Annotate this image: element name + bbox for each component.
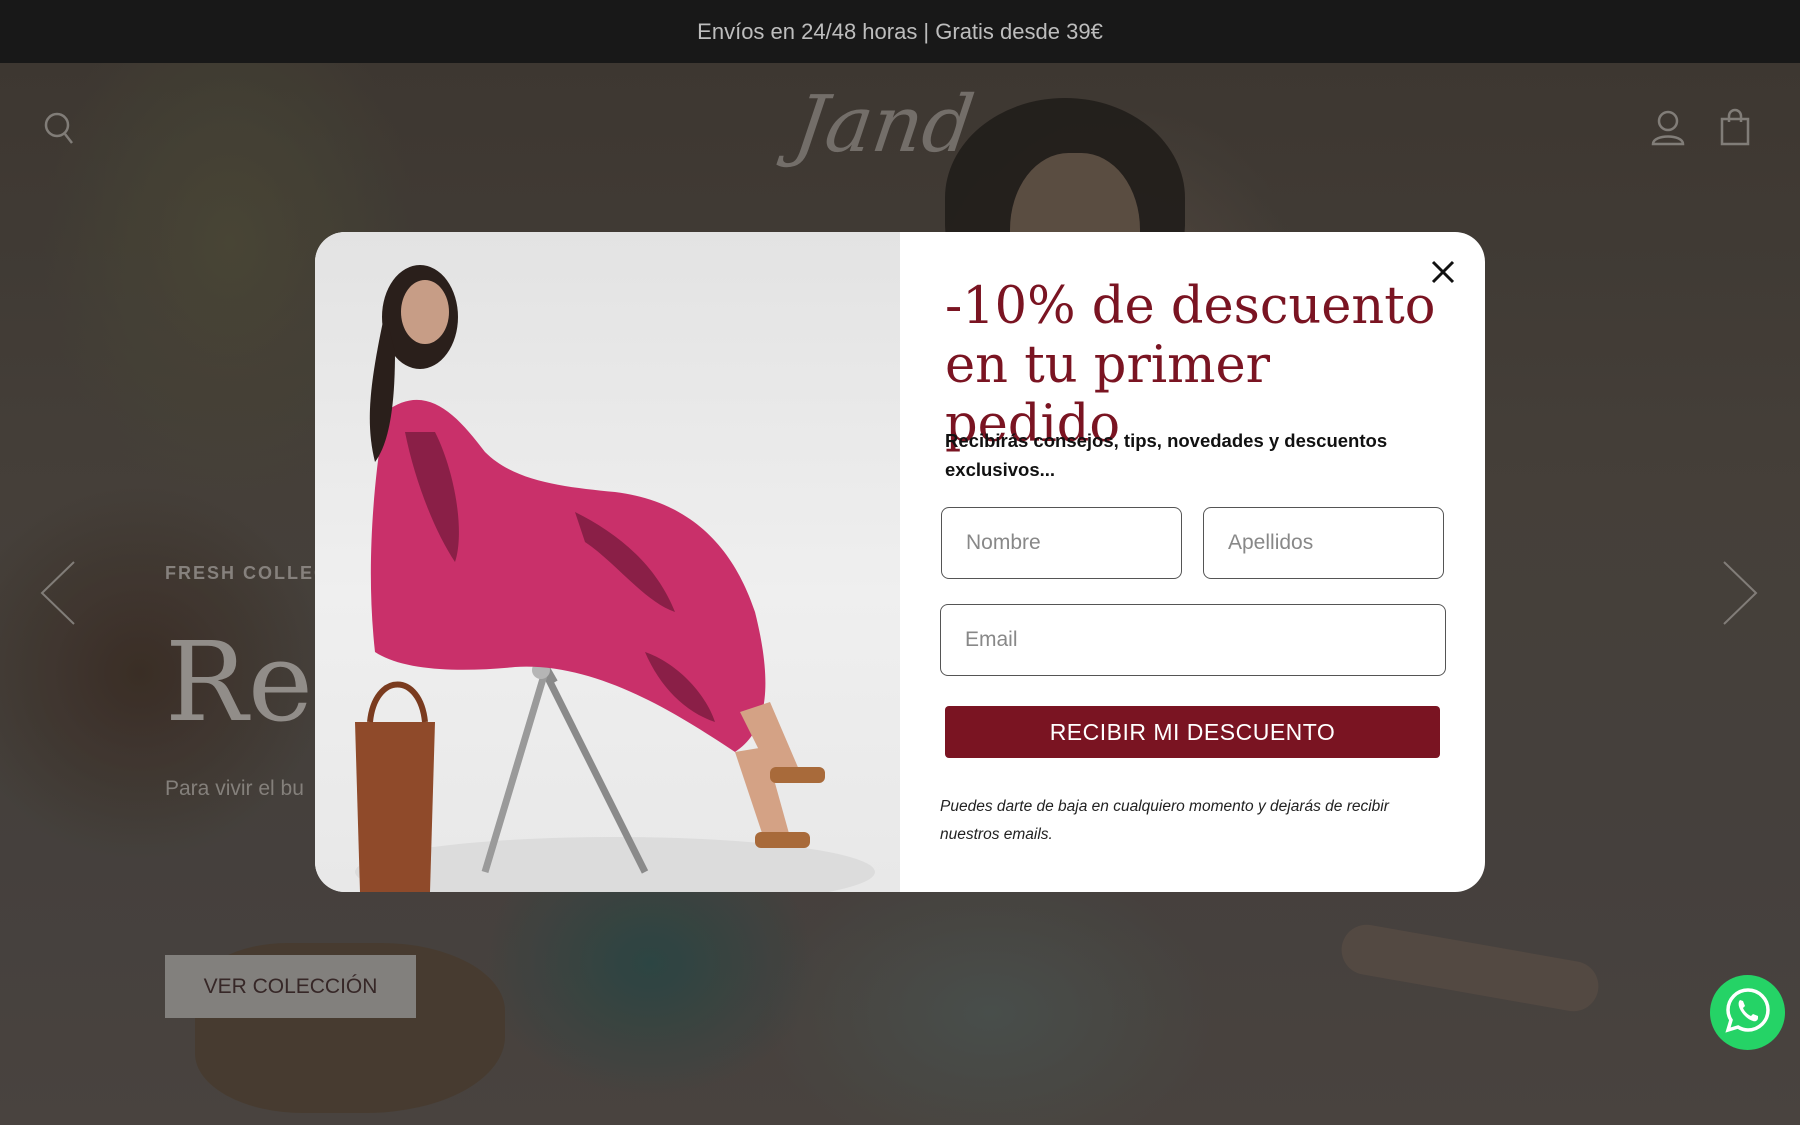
get-discount-button[interactable]: RECIBIR MI DESCUENTO	[945, 706, 1440, 758]
modal-model-image	[315, 232, 900, 892]
whatsapp-icon	[1724, 987, 1771, 1038]
last-name-input[interactable]	[1203, 507, 1444, 579]
modal-form-panel: -10% de descuento en tu primer pedido Re…	[900, 232, 1485, 892]
unsubscribe-note: Puedes darte de baja en cualquiero momen…	[940, 798, 1389, 843]
newsletter-modal: -10% de descuento en tu primer pedido Re…	[315, 232, 1485, 892]
email-input[interactable]	[940, 604, 1446, 676]
first-name-input[interactable]	[941, 507, 1182, 579]
modal-subtitle: Recibirás consejos, tips, novedades y de…	[945, 430, 1388, 480]
whatsapp-chat-button[interactable]	[1710, 975, 1785, 1050]
